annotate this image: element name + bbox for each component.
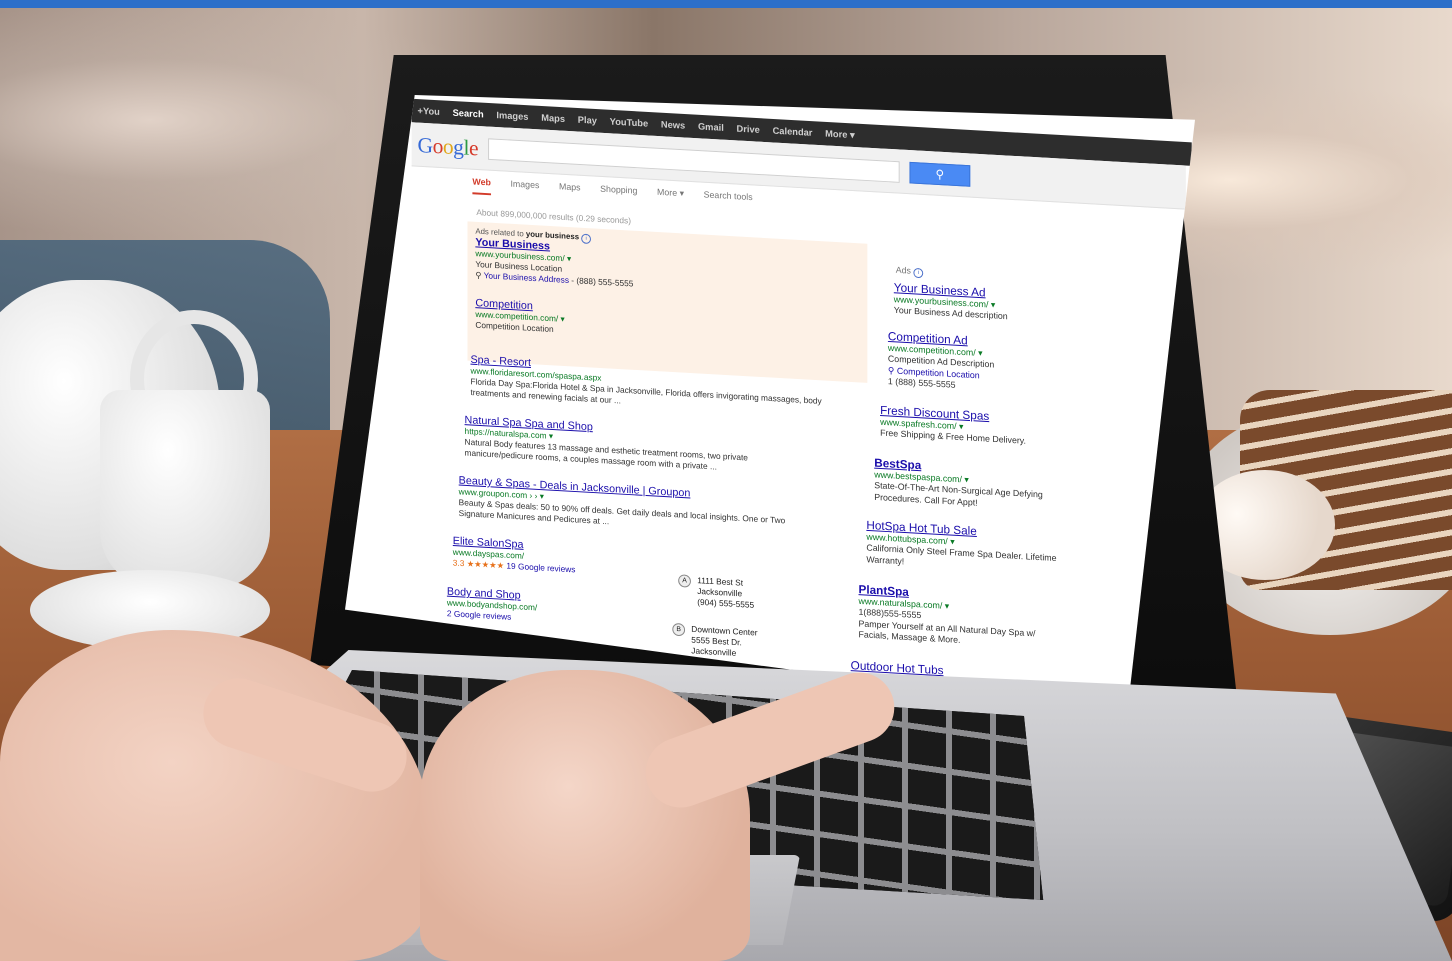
side-ad: BestSpa www.bestspaspa.com/ ▾ State-Of-T… [874, 456, 1070, 514]
gbar-item[interactable]: Gmail [698, 121, 724, 133]
side-ad: HotSpa Hot Tub Sale www.hottubspa.com/ ▾… [866, 518, 1062, 576]
gbar-item[interactable]: +You [418, 105, 440, 117]
tab-item[interactable]: Web [472, 176, 491, 196]
gbar-item[interactable]: Maps [541, 112, 565, 124]
side-ads-header: Ads i [895, 264, 924, 279]
gbar-item[interactable]: Calendar [773, 125, 813, 138]
organic-result: Natural Spa Spa and Shop https://natural… [465, 414, 818, 478]
info-icon[interactable]: i [581, 233, 592, 244]
tab-item[interactable]: Images [510, 179, 539, 198]
google-results-page: +You Search Images Maps Play YouTube News Gmail… [345, 95, 1192, 715]
star-rating-icon: ★★★★★ [466, 558, 505, 571]
rating-value: 3.3 [452, 557, 465, 569]
tab-item[interactable]: Shopping [600, 184, 637, 204]
map-marker-icon: B [672, 622, 686, 637]
map-pin-a[interactable]: A 1111 Best St Jacksonville (904) 555-55… [678, 574, 754, 611]
top-accent-bar [0, 0, 1452, 8]
side-ad: Fresh Discount Spas www.spafresh.com/ ▾ … [880, 403, 1076, 450]
side-ad: PlantSpa www.naturalspa.com/ ▾ 1(888)555… [859, 582, 1055, 651]
gbar-item[interactable]: News [661, 119, 685, 131]
gbar-item[interactable]: Play [578, 114, 597, 126]
location-pin-icon: ⚲ [887, 364, 895, 376]
info-icon[interactable]: i [913, 267, 924, 279]
map-marker-icon: A [678, 574, 691, 588]
laptop-screen: +You Search Images Maps Play YouTube News Gmail… [345, 95, 1195, 715]
right-hand [420, 670, 750, 961]
gbar-item[interactable]: YouTube [610, 116, 648, 129]
location-pin-icon: ⚲ [475, 269, 482, 281]
organic-result: Beauty & Spas - Deals in Jacksonville | … [459, 475, 812, 539]
side-ad: Competition Ad www.competition.com/ ▾ Co… [887, 329, 1084, 398]
gbar-item[interactable]: Drive [737, 123, 760, 135]
search-button[interactable]: ⚲ [909, 161, 971, 187]
gbar-item[interactable]: Images [496, 110, 528, 123]
teacup [100, 390, 270, 590]
local-result: Elite SalonSpa www.dayspas.com/ 3.3 ★★★★… [452, 535, 629, 578]
side-ad: Your Business Ad www.yourbusiness.com/ ▾… [894, 281, 1090, 327]
google-logo[interactable]: Google [418, 132, 479, 161]
tab-item[interactable]: More ▾ [657, 187, 684, 206]
side-ads-label: Ads [895, 264, 911, 276]
tab-item[interactable]: Search tools [704, 190, 753, 210]
search-icon: ⚲ [935, 167, 945, 182]
gbar-item[interactable]: More ▾ [825, 128, 855, 140]
tab-item[interactable]: Maps [559, 181, 581, 200]
pin-phone-line: (904) 555-5555 [697, 596, 755, 610]
local-result: Body and Shop www.bodyandshop.com/ 2 Goo… [447, 586, 623, 629]
gbar-item[interactable]: Search [453, 107, 484, 120]
